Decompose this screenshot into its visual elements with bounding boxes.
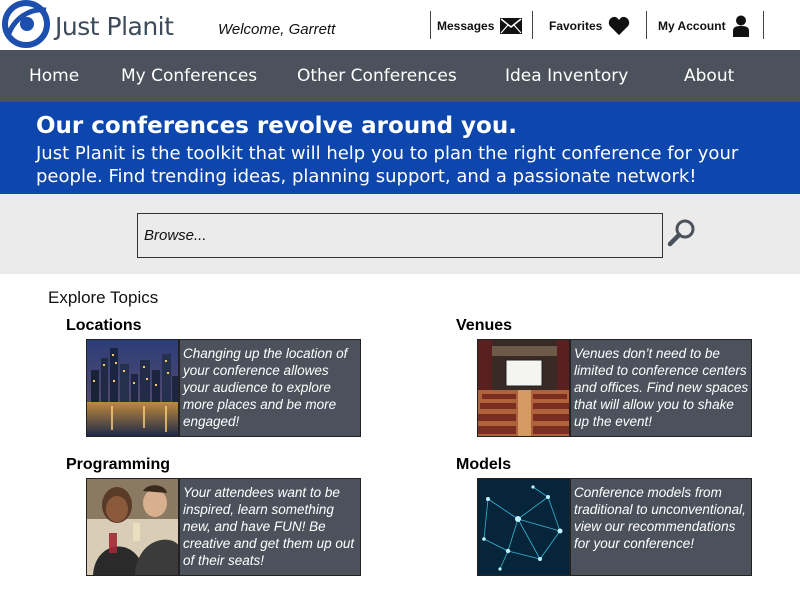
locations-thumbnail [87,340,180,436]
topic-title-locations[interactable]: Locations [66,317,142,335]
nav-item-about[interactable]: About [684,66,734,86]
user-icon [732,15,749,37]
top-header: Just Planit Welcome, Garrett Messages Fa… [0,0,800,50]
brand-logo-icon[interactable] [0,0,54,50]
nav-item-other-conferences[interactable]: Other Conferences [297,66,457,86]
hero-banner: Our conferences revolve around you. Just… [0,102,800,194]
heart-icon [609,16,630,36]
divider [430,11,431,39]
topic-description-programming: Your attendees want to be inspired, lear… [183,485,355,568]
search-input[interactable] [137,213,663,258]
search-icon [667,219,695,247]
nav-item-home[interactable]: Home [29,66,79,86]
topic-card-locations[interactable]: Changing up the location of your confere… [86,339,361,437]
main-nav: Home My Conferences Other Conferences Id… [0,50,800,102]
explore-heading: Explore Topics [48,288,159,307]
divider [763,11,764,39]
search-band [0,194,800,274]
messages-label: Messages [437,19,495,33]
hero-title: Our conferences revolve around you. [36,113,517,139]
divider [532,11,533,39]
topic-card-models[interactable]: Conference models from traditional to un… [477,478,752,576]
topic-title-models[interactable]: Models [456,456,511,474]
models-thumbnail [478,479,571,575]
favorites-link[interactable]: Favorites [549,12,630,40]
account-label: My Account [658,19,726,33]
nav-item-idea-inventory[interactable]: Idea Inventory [505,66,628,86]
favorites-label: Favorites [549,19,603,33]
welcome-text: Welcome, Garrett [218,21,336,38]
topic-description-locations: Changing up the location of your confere… [183,346,348,429]
topic-title-venues[interactable]: Venues [456,317,512,335]
my-account-link[interactable]: My Account [658,12,750,40]
topic-title-programming[interactable]: Programming [66,456,170,474]
programming-thumbnail [87,479,180,575]
venues-thumbnail [478,340,571,436]
divider [646,11,647,39]
topic-description-venues: Venues don’t need to be limited to confe… [574,346,749,429]
nav-item-my-conferences[interactable]: My Conferences [121,66,257,86]
brand-name[interactable]: Just Planit [55,12,174,41]
messages-link[interactable]: Messages [437,12,523,40]
topic-card-programming[interactable]: Your attendees want to be inspired, lear… [86,478,361,576]
search-button[interactable] [667,218,697,248]
topic-description-models: Conference models from traditional to un… [574,485,746,551]
hero-body: Just Planit is the toolkit that will hel… [36,143,739,187]
envelope-icon [500,18,523,34]
topic-card-venues[interactable]: Venues don’t need to be limited to confe… [477,339,752,437]
